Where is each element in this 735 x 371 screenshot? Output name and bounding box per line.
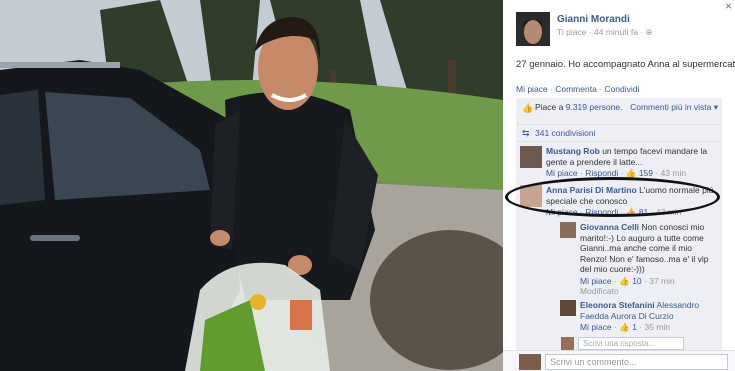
likes-summary: Piace a 9.319 persone. <box>535 102 625 112</box>
post-header: Gianni Morandi Ti piace · 44 minuti fa ·… <box>516 12 726 48</box>
reply-input-placeholder: Scrivi una risposta... <box>583 339 656 348</box>
replier-avatar[interactable] <box>560 222 576 238</box>
share-link[interactable]: Condividi <box>604 84 639 94</box>
reply-likes-count[interactable]: 10 <box>632 276 641 286</box>
reply-composer-avatar <box>561 337 574 350</box>
post-caption: 27 gennaio. Ho accompagnato Anna al supe… <box>516 59 735 70</box>
close-icon[interactable]: × <box>725 0 732 12</box>
reply-like-link[interactable]: Mi piace <box>580 322 612 332</box>
reply-time: 37 min <box>649 275 675 286</box>
comment-like-link[interactable]: Mi piace <box>546 168 578 178</box>
reply-time: 35 min <box>644 322 670 332</box>
comment-body: Mustang Rob un tempo facevi mandare la g… <box>546 146 716 179</box>
facebook-photo-viewer: × Gianni Morandi Ti piace · 44 minuti fa… <box>0 0 735 371</box>
viewer-avatar <box>519 354 541 370</box>
comment-composer: Scrivi un commento... <box>503 350 735 371</box>
author-avatar[interactable] <box>516 12 550 46</box>
comment-author[interactable]: Mustang Rob <box>546 146 600 156</box>
like-link[interactable]: Mi piace <box>516 84 548 94</box>
shares-count-link[interactable]: 341 condivisioni <box>535 128 595 138</box>
globe-icon: ⊕ <box>645 27 653 37</box>
thumbs-up-icon: 👍 <box>619 275 630 286</box>
reply-input[interactable]: Scrivi una risposta... <box>578 337 684 350</box>
highlight-oval <box>505 177 720 217</box>
reply-edited-label: Modificato <box>580 286 619 296</box>
sort-comments-dropdown[interactable]: Commenti più in vista ▾ <box>630 102 718 113</box>
likes-prefix: Piace a <box>535 102 564 112</box>
commenter-avatar[interactable] <box>520 146 542 168</box>
reply-footer: Mi piace · 👍 10 · 37 min Modificato <box>580 276 718 297</box>
reply-body: Giovanna Celli Non conosci mio marito!:-… <box>580 222 718 297</box>
shares-row: ⇆ 341 condivisioni <box>516 125 722 142</box>
photo[interactable] <box>0 0 503 371</box>
reply-footer: Mi piace · 👍 1 · 35 min <box>580 322 670 332</box>
author-name[interactable]: Gianni Morandi <box>557 14 630 25</box>
comment-input[interactable]: Scrivi un commento... <box>545 354 728 370</box>
comment-link[interactable]: Commenta <box>555 84 597 94</box>
avatar-face-icon <box>523 20 543 44</box>
reply-like-link[interactable]: Mi piace <box>580 276 612 286</box>
reply-author[interactable]: Giovanna Celli <box>580 222 639 232</box>
comment-time: 43 min <box>660 168 687 178</box>
likes-row: 👍 Piace a 9.319 persone. Commenti più in… <box>516 98 722 125</box>
comment-likes-count[interactable]: 159 <box>639 168 653 178</box>
thumbs-up-icon: 👍 <box>619 322 630 332</box>
post-actions: Mi piace · Commenta · Condividi <box>516 84 639 94</box>
replier-avatar[interactable] <box>560 300 576 316</box>
photo-scene <box>0 0 503 371</box>
share-icon: ⇆ <box>522 128 530 138</box>
likes-suffix[interactable]: persone. <box>589 102 622 112</box>
thumbs-up-icon: 👍 <box>522 103 534 113</box>
comment-input-placeholder: Scrivi un commento... <box>550 357 637 367</box>
reply-likes-count[interactable]: 1 <box>632 322 637 332</box>
post-timestamp: Ti piace · 44 minuti fa · ⊕ <box>557 27 653 38</box>
likes-count-link[interactable]: 9.319 <box>566 102 587 112</box>
reply-body: Eleonora Stefanini Alessandro Faedda Aur… <box>580 300 718 333</box>
post-timestamp-text: Ti piace · 44 minuti fa · <box>557 27 644 37</box>
reply-author[interactable]: Eleonora Stefanini <box>580 300 655 310</box>
feedback-panel: 👍 Piace a 9.319 persone. Commenti più in… <box>516 98 722 354</box>
